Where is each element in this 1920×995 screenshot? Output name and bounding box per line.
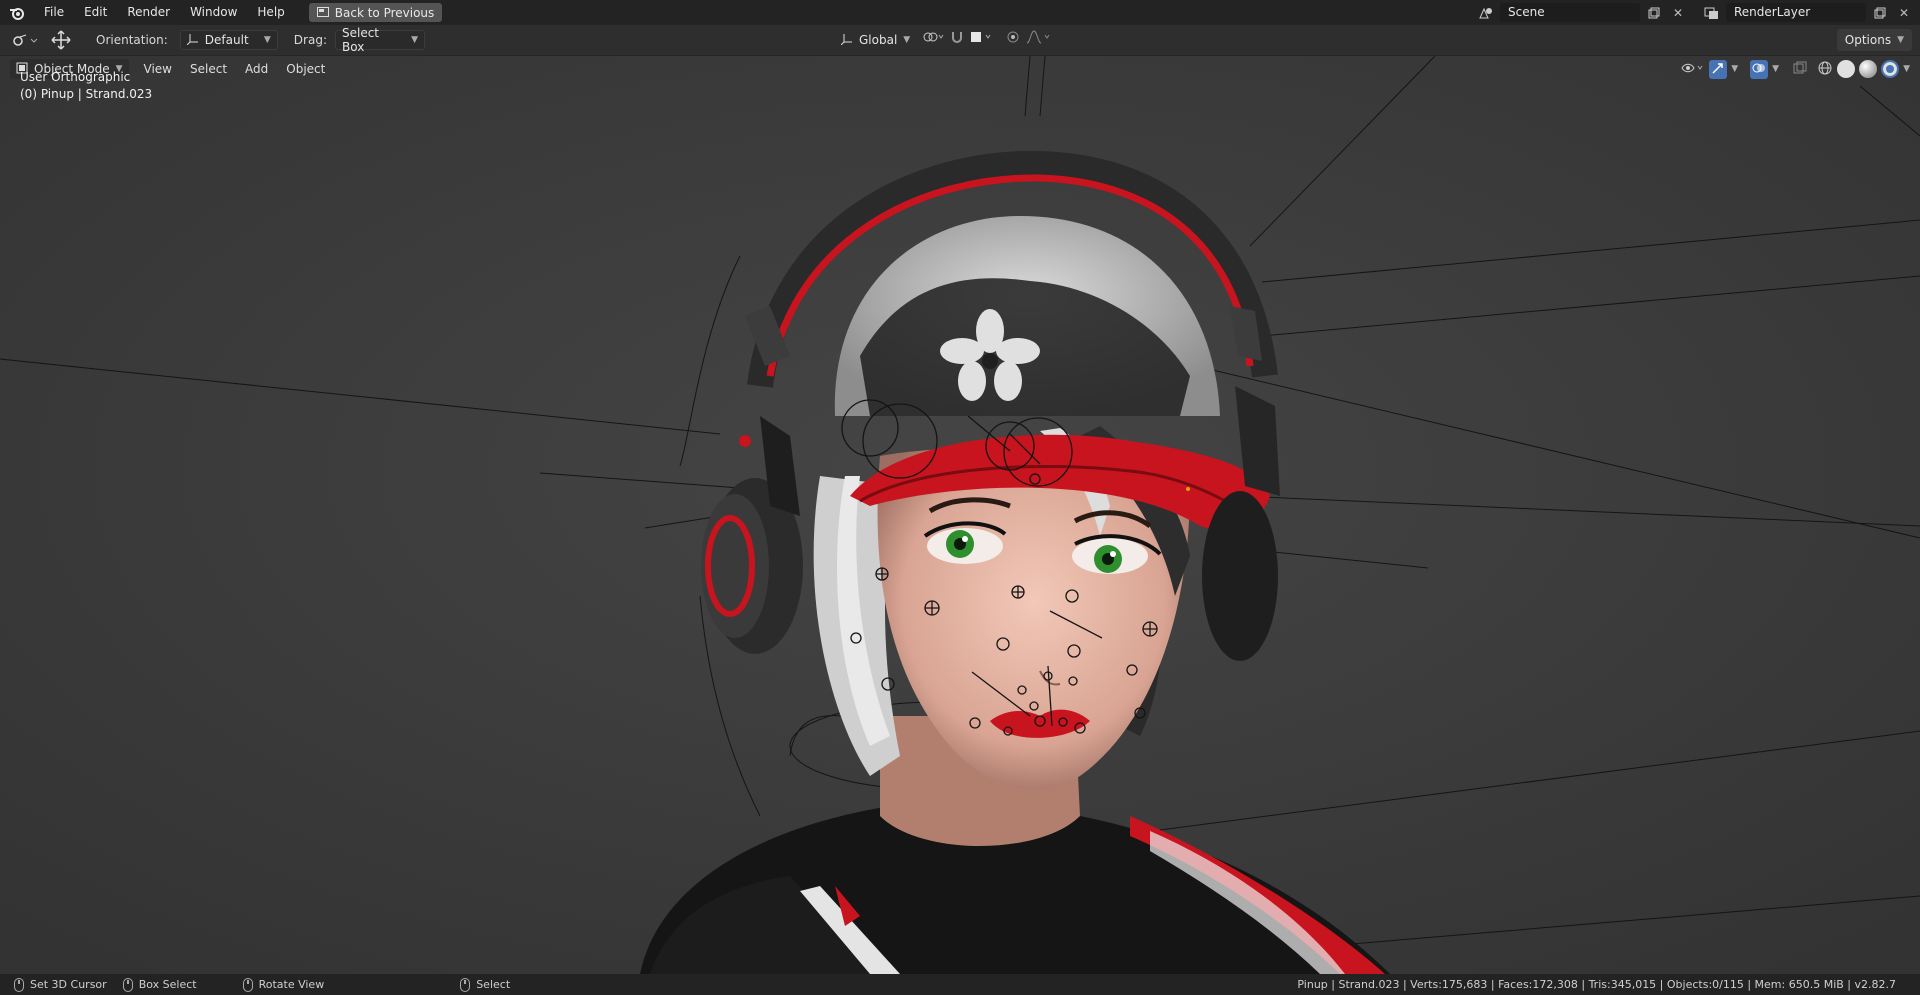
options-label: Options	[1844, 33, 1892, 47]
editor-type-icon[interactable]	[6, 29, 44, 51]
scene-name-field[interactable]: Scene	[1500, 3, 1640, 22]
chevron-down-icon[interactable]: ▼	[1903, 64, 1910, 74]
mouse-middle-icon	[242, 977, 253, 992]
overlays-toggle-icon[interactable]	[1750, 59, 1769, 79]
status-set-cursor: Set 3D Cursor	[6, 977, 115, 992]
view-layer-icon[interactable]	[1702, 3, 1722, 22]
status-rotate-view-label: Rotate View	[258, 978, 325, 991]
mouse-right-icon	[460, 977, 471, 992]
xray-toggle-icon[interactable]	[1793, 61, 1807, 78]
view-layer-name-field[interactable]: RenderLayer	[1726, 3, 1866, 22]
viewport-menu-select[interactable]: Select	[181, 62, 236, 76]
proportional-edit-icon[interactable]	[1006, 30, 1020, 47]
rendered-shading-icon[interactable]	[1881, 60, 1900, 78]
status-bar: Set 3D Cursor Box Select Rotate View Sel…	[0, 974, 1920, 995]
chevron-down-icon[interactable]: ▼	[1772, 64, 1779, 74]
menu-window[interactable]: Window	[180, 0, 247, 25]
material-preview-icon[interactable]	[1859, 60, 1878, 78]
status-select: Select	[452, 977, 518, 992]
new-view-layer-icon[interactable]	[1870, 3, 1890, 22]
falloff-curve-icon[interactable]	[1026, 30, 1052, 47]
gizmo-toggle-icon[interactable]	[1709, 59, 1728, 79]
axis-icon	[186, 33, 199, 48]
drag-dropdown[interactable]: Select Box ▼	[334, 26, 425, 54]
orientation-label: Orientation:	[96, 33, 168, 47]
mouse-left-icon	[14, 977, 24, 992]
move-tool-icon[interactable]	[44, 29, 78, 51]
snap-magnet-icon[interactable]	[950, 30, 964, 47]
delete-scene-icon[interactable]: ✕	[1668, 3, 1688, 22]
active-object-label: (0) Pinup | Strand.023	[20, 87, 153, 101]
menu-help[interactable]: Help	[247, 0, 294, 25]
wireframe-shading-icon[interactable]	[1817, 60, 1833, 79]
visibility-eye-icon[interactable]	[1681, 61, 1705, 78]
viewport-menu-add[interactable]: Add	[236, 62, 277, 76]
topbar-right-group: Scene ✕ RenderLayer ✕	[1476, 0, 1920, 25]
new-scene-icon[interactable]	[1644, 3, 1664, 22]
back-to-previous-label: Back to Previous	[334, 5, 435, 20]
view-name-label: User Orthographic	[20, 70, 131, 84]
status-box-select-label: Box Select	[138, 978, 197, 991]
solid-shading-icon[interactable]	[1837, 60, 1856, 78]
orientation-dropdown[interactable]: Default ▼	[179, 30, 278, 50]
snapping-tools	[922, 30, 1052, 47]
mouse-drag-icon	[122, 977, 133, 992]
drag-label: Drag:	[293, 33, 327, 47]
3d-viewport[interactable]: Object Mode ▼ View Select Add Object ▼ ▼	[0, 56, 1920, 974]
viewport-menu-view[interactable]: View	[135, 62, 181, 76]
tool-settings-header: Orientation: Default ▼ Drag: Select Box …	[0, 25, 1920, 56]
pivot-icon[interactable]	[922, 30, 944, 47]
viewport-scene-render	[0, 56, 1920, 974]
drag-value: Select Box	[341, 26, 380, 54]
status-set-cursor-label: Set 3D Cursor	[30, 978, 107, 991]
viewport-header: Object Mode ▼ View Select Add Object ▼ ▼	[0, 56, 1920, 82]
status-rotate-view: Rotate View	[235, 977, 333, 992]
viewport-menu-object[interactable]: Object	[277, 62, 334, 76]
orientation-value: Default	[204, 33, 249, 47]
options-dropdown[interactable]: Options ▼	[1836, 29, 1912, 51]
viewport-display-controls: ▼ ▼ ▼	[1681, 58, 1910, 80]
transform-axis-icon	[840, 33, 853, 48]
top-menu-bar: File Edit Render Window Help Back to Pre…	[0, 0, 1920, 25]
menu-edit[interactable]: Edit	[74, 0, 117, 25]
transform-orientation-value: Global	[859, 33, 898, 47]
chevron-down-icon: ▼	[263, 35, 271, 45]
chevron-down-icon: ▼	[903, 35, 911, 45]
blender-logo-icon[interactable]	[0, 0, 34, 25]
delete-view-layer-icon[interactable]: ✕	[1894, 3, 1914, 22]
status-box-select: Box Select	[115, 977, 205, 992]
chevron-down-icon[interactable]: ▼	[1731, 64, 1738, 74]
snap-element-icon[interactable]	[970, 30, 994, 47]
chevron-down-icon: ▼	[1897, 35, 1904, 45]
menu-render[interactable]: Render	[117, 0, 180, 25]
back-to-previous-button[interactable]: Back to Previous	[308, 3, 443, 22]
status-select-label: Select	[476, 978, 511, 991]
screen-icon	[316, 6, 329, 20]
scene-statistics: Pinup | Strand.023 | Verts:175,683 | Fac…	[1297, 978, 1896, 991]
menu-file[interactable]: File	[34, 0, 74, 25]
transform-orientation-dropdown[interactable]: Global ▼	[834, 30, 914, 50]
scene-icon[interactable]	[1476, 3, 1496, 22]
chevron-down-icon: ▼	[411, 35, 418, 45]
